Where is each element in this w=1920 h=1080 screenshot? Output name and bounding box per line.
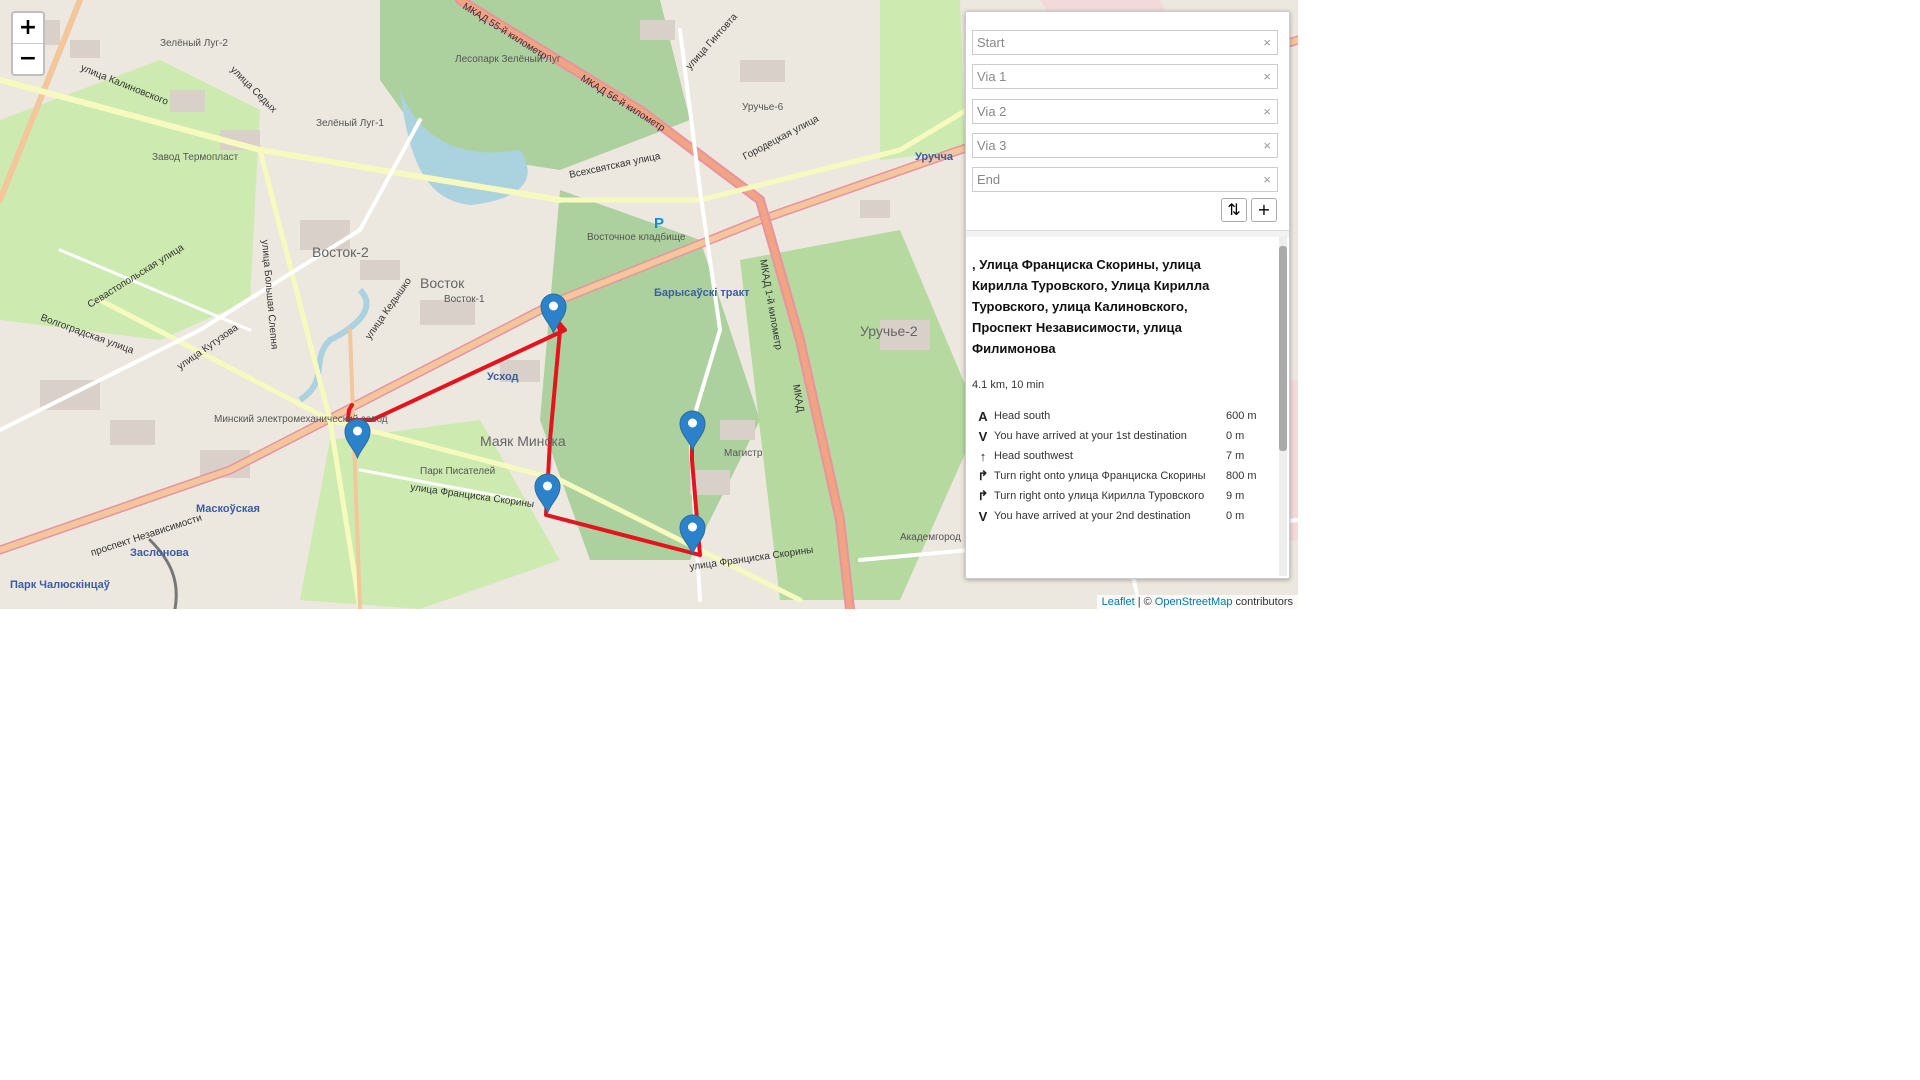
instruction-text: Turn right onto улица Франциска Скорины — [994, 470, 1206, 482]
itinerary: , Улица Франциска Скорины, улица Кирилла… — [966, 236, 1276, 576]
instruction-distance: 0 m — [1226, 510, 1245, 522]
add-waypoint-button[interactable]: + — [1251, 198, 1277, 222]
label-magistr: Магистр — [724, 448, 763, 459]
zoom-in-button[interactable]: + — [13, 13, 43, 43]
zoom-out-button[interactable]: − — [13, 43, 43, 74]
via-icon: V — [978, 428, 988, 444]
clear-start-icon[interactable]: × — [1263, 35, 1271, 50]
instruction-row[interactable]: V You have arrived at your 1st destinati… — [972, 426, 1272, 446]
parking-icon: P — [654, 215, 664, 232]
zoom-control: + − — [11, 11, 45, 76]
instruction-text: You have arrived at your 2nd destination — [994, 510, 1191, 522]
label-vostok: Восток — [420, 275, 465, 291]
label-uruchye-6: Уручье-6 — [742, 102, 784, 113]
turn-right-icon: ↱ — [977, 468, 989, 483]
reverse-waypoints-button[interactable]: ⇅ — [1221, 198, 1247, 222]
waypoint-start: × — [972, 30, 1278, 55]
label-mayak: Маяк Минска — [480, 433, 566, 449]
waypoint-via-1: × — [972, 64, 1278, 89]
label-akademgorod: Академгород — [900, 532, 961, 543]
instruction-distance: 7 m — [1226, 450, 1245, 462]
waypoint-marker[interactable] — [344, 418, 371, 460]
depart-icon: A — [978, 408, 988, 424]
via-3-input[interactable] — [973, 134, 1251, 156]
label-park-chalyuskintsau: Парк Чалюскінцаў — [10, 579, 111, 591]
label-vostochnoe: Восточное кладбище — [587, 231, 686, 243]
label-park-pisateley: Парк Писателей — [420, 466, 495, 477]
waypoint-marker[interactable] — [679, 410, 706, 452]
attribution: Leaflet | © OpenStreetMap contributors — [1096, 595, 1298, 609]
label-zeleny-lug-1: Зелёный Луг-1 — [316, 118, 384, 129]
via-1-input[interactable] — [973, 65, 1251, 87]
instruction-distance: 600 m — [1226, 410, 1257, 422]
openstreetmap-link[interactable]: OpenStreetMap — [1155, 596, 1233, 608]
waypoint-via-3: × — [972, 133, 1278, 158]
label-uruchcha: Уручча — [915, 151, 954, 163]
end-input[interactable] — [973, 168, 1251, 190]
clear-via-1-icon[interactable]: × — [1263, 69, 1271, 84]
leaflet-link[interactable]: Leaflet — [1102, 596, 1135, 608]
turn-right-icon: ↱ — [977, 488, 989, 503]
instruction-text: You have arrived at your 1st destination — [994, 430, 1187, 442]
start-input[interactable] — [973, 31, 1251, 53]
waypoint-via-2: × — [972, 99, 1278, 124]
route-summary: 4.1 km, 10 min — [972, 379, 1045, 391]
label-vostok-2: Восток-2 — [312, 244, 369, 260]
map-viewport[interactable]: Зелёный Луг-2 Лесопарк Зелёный Луг Зелён… — [0, 0, 1298, 609]
label-termoplast: Завод Термопласт — [152, 152, 239, 163]
instruction-row[interactable]: V You have arrived at your 2nd destinati… — [972, 506, 1272, 526]
clear-via-3-icon[interactable]: × — [1263, 138, 1271, 153]
via-2-input[interactable] — [973, 100, 1251, 122]
label-zaslonova: Заслонова — [130, 547, 190, 559]
instruction-text: Head southwest — [994, 450, 1073, 462]
routing-panel: × × × × × ⇅ + , Улица Франциска Скорины,… — [965, 11, 1290, 579]
label-barysauski: Барысаўскі тракт — [654, 287, 750, 299]
instruction-row[interactable]: A Head south 600 m — [972, 406, 1272, 426]
instruction-text: Head south — [994, 410, 1051, 422]
clear-via-2-icon[interactable]: × — [1263, 104, 1271, 119]
instruction-distance: 800 m — [1226, 470, 1257, 482]
attribution-contributors: contributors — [1235, 596, 1293, 608]
clear-end-icon[interactable]: × — [1263, 172, 1271, 187]
instruction-distance: 0 m — [1226, 430, 1245, 442]
instructions-table: A Head south 600 m V You have arrived at… — [972, 406, 1272, 526]
waypoint-marker[interactable] — [534, 473, 561, 515]
waypoint-marker[interactable] — [679, 514, 706, 556]
waypoint-end: × — [972, 167, 1278, 192]
instruction-text: Turn right onto улица Кирилла Туровского — [994, 490, 1205, 502]
straight-icon: ↑ — [979, 448, 987, 464]
label-uskhod: Усход — [487, 371, 519, 383]
instruction-distance: 9 m — [1226, 490, 1245, 502]
label-zeleny-lug-2: Зелёный Луг-2 — [160, 38, 228, 49]
label-maskouskaya: Маскоўская — [196, 503, 260, 515]
scrollbar-thumb[interactable] — [1279, 246, 1287, 451]
attribution-separator: | © — [1137, 596, 1152, 608]
via-icon: V — [978, 508, 988, 524]
instruction-row[interactable]: ↑ Head southwest 7 m — [972, 446, 1272, 466]
waypoint-marker[interactable] — [540, 293, 567, 335]
label-vostok-1: Восток-1 — [444, 294, 485, 305]
itinerary-scrollbar[interactable] — [1279, 236, 1287, 576]
instruction-row[interactable]: ↱ Turn right onto улица Кирилла Туровско… — [972, 486, 1272, 506]
instruction-row[interactable]: ↱ Turn right onto улица Франциска Скорин… — [972, 466, 1272, 486]
label-uruchye-2: Уручье-2 — [860, 323, 918, 339]
route-name: , Улица Франциска Скорины, улица Кирилла… — [972, 257, 1210, 356]
